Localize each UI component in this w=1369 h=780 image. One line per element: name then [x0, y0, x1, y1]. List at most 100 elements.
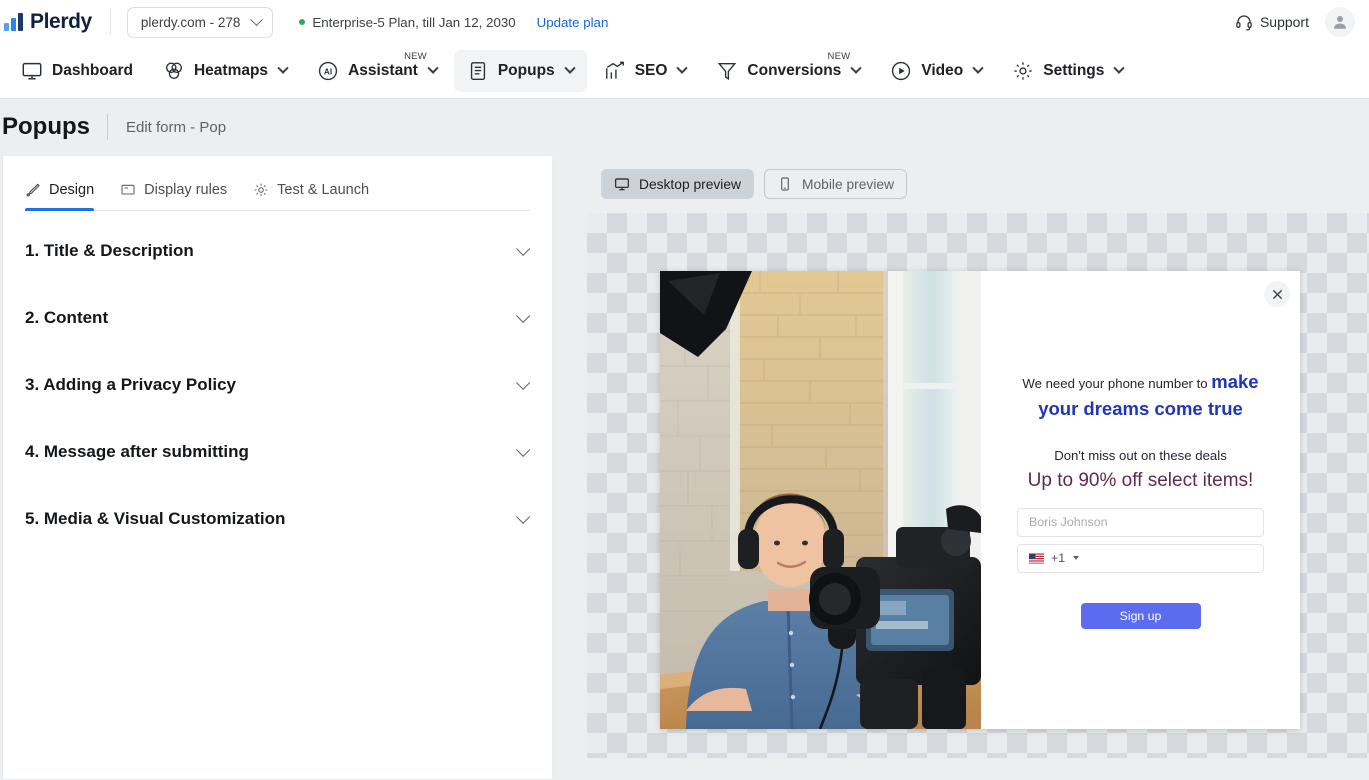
site-selector-label: plerdy.com - 278: [141, 15, 241, 30]
editor-sections: 1. Title & Description 2. Content 3. Add…: [25, 211, 530, 552]
tab-design[interactable]: Design: [25, 182, 94, 210]
signup-button[interactable]: Sign up: [1081, 603, 1201, 629]
mobile-preview-button[interactable]: Mobile preview: [764, 169, 907, 199]
heatmaps-icon: [163, 60, 185, 82]
chevron-down-icon: [973, 63, 984, 74]
desktop-preview-label: Desktop preview: [639, 177, 741, 192]
tab-label: Design: [49, 182, 94, 198]
tab-label: Test & Launch: [277, 182, 369, 198]
phone-code-label: +1: [1051, 551, 1065, 565]
section-label: 1. Title & Description: [25, 241, 194, 261]
popup-headline-small: We need your phone number to: [1022, 376, 1211, 391]
section-title-description[interactable]: 1. Title & Description: [25, 217, 530, 284]
status-dot-icon: [299, 19, 305, 25]
popup-image: [660, 271, 981, 729]
plan-status-label: Enterprise-5 Plan, till Jan 12, 2030: [312, 15, 515, 30]
nav-label: SEO: [635, 62, 668, 80]
nav-item-settings[interactable]: Settings: [999, 50, 1136, 92]
section-media-visual-customization[interactable]: 5. Media & Visual Customization: [25, 485, 530, 552]
ai-icon: AI: [317, 60, 339, 82]
podcast-studio-photo: [660, 271, 981, 729]
pen-icon: [25, 182, 41, 198]
display-icon: [120, 182, 136, 198]
popups-icon: [467, 60, 489, 82]
popup-preview: We need your phone number to make your d…: [660, 271, 1300, 729]
desktop-preview-button[interactable]: Desktop preview: [601, 169, 754, 199]
nav-label: Popups: [498, 62, 555, 80]
mobile-icon: [777, 176, 793, 192]
divider: [110, 9, 111, 35]
section-content[interactable]: 2. Content: [25, 284, 530, 351]
main-navigation: Dashboard Heatmaps AI Assistant NEW Popu…: [0, 44, 1369, 99]
plerdy-logo[interactable]: Plerdy: [0, 10, 92, 34]
headset-icon: [1235, 13, 1253, 31]
preview-canvas: We need your phone number to make your d…: [587, 213, 1369, 758]
chevron-down-icon: [677, 63, 688, 74]
tab-test-launch[interactable]: Test & Launch: [253, 182, 369, 210]
logo-text: Plerdy: [30, 10, 92, 34]
chevron-down-icon: [516, 241, 530, 255]
nav-item-heatmaps[interactable]: Heatmaps: [150, 50, 300, 92]
avatar[interactable]: [1325, 7, 1355, 37]
update-plan-link[interactable]: Update plan: [537, 15, 609, 30]
nav-label: Assistant: [348, 62, 418, 80]
name-input-placeholder: Boris Johnson: [1029, 515, 1108, 529]
monitor-icon: [614, 176, 630, 192]
logo-bars-icon: [4, 13, 23, 31]
gear-icon: [253, 182, 269, 198]
top-bar: Plerdy plerdy.com - 278 Enterprise-5 Pla…: [0, 0, 1369, 44]
section-label: 3. Adding a Privacy Policy: [25, 375, 236, 395]
popup-headline: We need your phone number to make your d…: [1017, 369, 1264, 423]
support-button[interactable]: Support: [1235, 13, 1309, 31]
name-input[interactable]: Boris Johnson: [1017, 508, 1264, 537]
breadcrumb: Edit form - Pop: [126, 119, 226, 136]
section-message-after-submitting[interactable]: 4. Message after submitting: [25, 418, 530, 485]
content-area: Design Display rules Test & Launch 1. Ti…: [0, 155, 1369, 780]
editor-tabs: Design Display rules Test & Launch: [25, 156, 530, 211]
nav-label: Heatmaps: [194, 62, 268, 80]
user-icon: [1331, 13, 1349, 31]
section-label: 5. Media & Visual Customization: [25, 509, 285, 529]
section-privacy-policy[interactable]: 3. Adding a Privacy Policy: [25, 351, 530, 418]
seo-chart-icon: [604, 60, 626, 82]
nav-item-dashboard[interactable]: Dashboard: [8, 50, 146, 92]
nav-label: Conversions: [747, 62, 841, 80]
nav-item-conversions[interactable]: Conversions NEW: [703, 50, 873, 92]
nav-item-video[interactable]: Video: [877, 50, 995, 92]
section-label: 4. Message after submitting: [25, 442, 249, 462]
nav-label: Settings: [1043, 62, 1104, 80]
section-label: 2. Content: [25, 308, 108, 328]
popup-content: We need your phone number to make your d…: [981, 271, 1300, 729]
nav-label: Dashboard: [52, 62, 133, 80]
chevron-down-icon: [277, 63, 288, 74]
chevron-down-icon: [427, 63, 438, 74]
nav-label: Video: [921, 62, 963, 80]
chevron-down-icon: [516, 442, 530, 456]
close-x-icon: [1272, 289, 1283, 300]
play-circle-icon: [890, 60, 912, 82]
support-label: Support: [1260, 14, 1309, 30]
chevron-down-icon: [564, 63, 575, 74]
popup-offer: Up to 90% off select items!: [1017, 470, 1264, 492]
preview-panel: Desktop preview Mobile preview: [583, 155, 1369, 780]
us-flag-icon: [1029, 553, 1044, 564]
chevron-down-icon: [250, 13, 263, 26]
chevron-down-icon: [851, 63, 862, 74]
phone-country-select[interactable]: +1: [1017, 544, 1264, 573]
new-badge: NEW: [404, 51, 427, 62]
nav-item-popups[interactable]: Popups: [454, 50, 587, 92]
divider: [107, 114, 108, 140]
nav-item-assistant[interactable]: AI Assistant NEW: [304, 50, 450, 92]
close-icon[interactable]: [1264, 281, 1290, 307]
preview-toolbar: Desktop preview Mobile preview: [583, 155, 1369, 213]
chevron-down-icon: [1073, 556, 1079, 560]
page-header: Popups Edit form - Pop: [0, 99, 1369, 155]
chevron-down-icon: [1114, 63, 1125, 74]
monitor-icon: [21, 60, 43, 82]
nav-item-seo[interactable]: SEO: [591, 50, 700, 92]
tab-display-rules[interactable]: Display rules: [120, 182, 227, 210]
plan-status: Enterprise-5 Plan, till Jan 12, 2030 Upd…: [299, 15, 608, 30]
svg-text:AI: AI: [324, 67, 332, 76]
site-selector-dropdown[interactable]: plerdy.com - 278: [127, 7, 274, 38]
new-badge: NEW: [828, 51, 851, 62]
